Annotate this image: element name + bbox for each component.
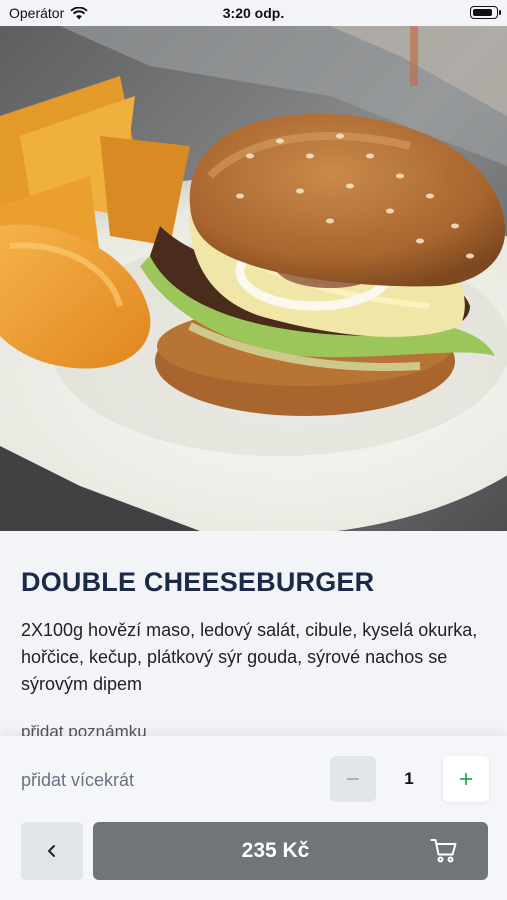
burger-photo xyxy=(0,26,507,531)
add-to-cart-button[interactable]: 235 Kč xyxy=(93,822,488,880)
increase-quantity-button[interactable] xyxy=(443,756,489,802)
chevron-left-icon xyxy=(48,845,55,857)
product-description: 2X100g hovězí maso, ledový salát, cibule… xyxy=(21,620,478,694)
repeat-label: přidat vícekrát xyxy=(21,770,135,790)
status-time: 3:20 odp. xyxy=(222,5,285,21)
back-button[interactable] xyxy=(21,822,83,880)
decrease-quantity-button[interactable] xyxy=(330,756,376,802)
plus-icon xyxy=(460,773,472,785)
product-image xyxy=(0,26,507,531)
price-label: 235 Kč xyxy=(241,839,310,862)
status-bar: Operátor 3:20 odp. xyxy=(0,0,507,26)
minus-icon xyxy=(347,778,359,780)
cart-icon xyxy=(430,839,457,863)
order-panel: přidat vícekrát 1 235 Kč xyxy=(0,736,507,900)
battery-level xyxy=(472,8,493,16)
quantity-value: 1 xyxy=(404,769,414,788)
battery-icon xyxy=(470,6,501,19)
product-title: DOUBLE CHEESEBURGER xyxy=(21,567,375,597)
product-details: DOUBLE CHEESEBURGER 2X100g hovězí maso, … xyxy=(0,531,507,741)
